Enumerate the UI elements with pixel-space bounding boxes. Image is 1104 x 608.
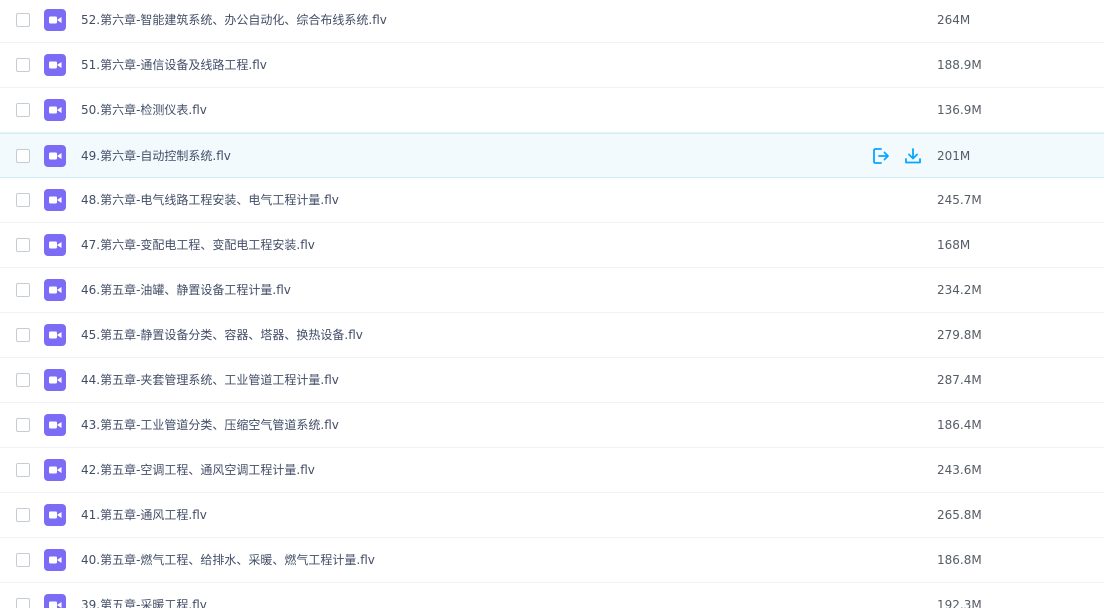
file-name[interactable]: 50.第六章-检测仪表.flv (81, 102, 207, 118)
file-name[interactable]: 52.第六章-智能建筑系统、办公自动化、综合布线系统.flv (81, 12, 387, 28)
file-name[interactable]: 40.第五章-燃气工程、给排水、采暖、燃气工程计量.flv (81, 552, 375, 568)
file-row[interactable]: 50.第六章-检测仪表.flv 136.9M (0, 88, 1104, 133)
row-checkbox[interactable] (16, 508, 30, 522)
file-size: 201M (937, 148, 971, 163)
video-file-icon (44, 504, 66, 526)
file-row[interactable]: 49.第六章-自动控制系统.flv 201M (0, 133, 1104, 178)
video-file-icon (44, 459, 66, 481)
file-size: 279.8M (937, 328, 982, 342)
file-row[interactable]: 40.第五章-燃气工程、给排水、采暖、燃气工程计量.flv 186.8M (0, 538, 1104, 583)
file-size: 287.4M (937, 373, 982, 387)
video-file-icon (44, 279, 66, 301)
row-checkbox[interactable] (16, 13, 30, 27)
video-file-icon (44, 414, 66, 436)
row-checkbox[interactable] (16, 598, 30, 608)
file-size: 264M (937, 13, 971, 27)
file-row[interactable]: 44.第五章-夹套管理系统、工业管道工程计量.flv 287.4M (0, 358, 1104, 403)
file-size: 186.8M (937, 553, 982, 567)
file-row[interactable]: 41.第五章-通风工程.flv 265.8M (0, 493, 1104, 538)
file-name[interactable]: 49.第六章-自动控制系统.flv (81, 148, 231, 164)
row-checkbox[interactable] (16, 148, 30, 163)
file-row[interactable]: 45.第五章-静置设备分类、容器、塔器、换热设备.flv 279.8M (0, 313, 1104, 358)
video-file-icon (44, 234, 66, 256)
file-size: 188.9M (937, 58, 982, 72)
video-file-icon (44, 144, 66, 167)
row-checkbox[interactable] (16, 238, 30, 252)
row-checkbox[interactable] (16, 373, 30, 387)
file-row[interactable]: 43.第五章-工业管道分类、压缩空气管道系统.flv 186.4M (0, 403, 1104, 448)
file-size: 186.4M (937, 418, 982, 432)
file-row[interactable]: 48.第六章-电气线路工程安装、电气工程计量.flv 245.7M (0, 178, 1104, 223)
video-file-icon (44, 594, 66, 608)
file-row[interactable]: 51.第六章-通信设备及线路工程.flv 188.9M (0, 43, 1104, 88)
row-checkbox[interactable] (16, 193, 30, 207)
video-file-icon (44, 324, 66, 346)
video-file-icon (44, 54, 66, 76)
file-size: 168M (937, 238, 971, 252)
file-name[interactable]: 39.第五章-采暖工程.flv (81, 597, 207, 608)
file-name[interactable]: 41.第五章-通风工程.flv (81, 507, 207, 523)
file-row[interactable]: 39.第五章-采暖工程.flv 192.3M (0, 583, 1104, 608)
file-name[interactable]: 45.第五章-静置设备分类、容器、塔器、换热设备.flv (81, 327, 363, 343)
video-file-icon (44, 189, 66, 211)
file-name[interactable]: 43.第五章-工业管道分类、压缩空气管道系统.flv (81, 417, 339, 433)
file-name[interactable]: 46.第五章-油罐、静置设备工程计量.flv (81, 282, 291, 298)
video-file-icon (44, 369, 66, 391)
row-checkbox[interactable] (16, 418, 30, 432)
file-name[interactable]: 42.第五章-空调工程、通风空调工程计量.flv (81, 462, 315, 478)
file-name[interactable]: 44.第五章-夹套管理系统、工业管道工程计量.flv (81, 372, 339, 388)
file-row[interactable]: 52.第六章-智能建筑系统、办公自动化、综合布线系统.flv 264M (0, 0, 1104, 43)
file-row[interactable]: 47.第六章-变配电工程、变配电工程安装.flv 168M (0, 223, 1104, 268)
file-name[interactable]: 48.第六章-电气线路工程安装、电气工程计量.flv (81, 192, 339, 208)
file-size: 192.3M (937, 598, 982, 608)
file-list: 52.第六章-智能建筑系统、办公自动化、综合布线系统.flv 264M 51.第六章… (0, 0, 1104, 608)
file-size: 136.9M (937, 103, 982, 117)
file-size: 234.2M (937, 283, 982, 297)
file-row[interactable]: 46.第五章-油罐、静置设备工程计量.flv 234.2M (0, 268, 1104, 313)
video-file-icon (44, 9, 66, 31)
row-checkbox[interactable] (16, 463, 30, 477)
video-file-icon (44, 99, 66, 121)
row-checkbox[interactable] (16, 283, 30, 297)
row-checkbox[interactable] (16, 328, 30, 342)
row-checkbox[interactable] (16, 103, 30, 117)
row-checkbox[interactable] (16, 553, 30, 567)
share-icon[interactable] (871, 146, 891, 166)
video-file-icon (44, 549, 66, 571)
file-name[interactable]: 51.第六章-通信设备及线路工程.flv (81, 57, 267, 73)
file-name[interactable]: 47.第六章-变配电工程、变配电工程安装.flv (81, 237, 315, 253)
download-icon[interactable] (903, 146, 923, 166)
file-row[interactable]: 42.第五章-空调工程、通风空调工程计量.flv 243.6M (0, 448, 1104, 493)
file-size: 265.8M (937, 508, 982, 522)
file-size: 243.6M (937, 463, 982, 477)
file-size: 245.7M (937, 193, 982, 207)
row-checkbox[interactable] (16, 58, 30, 72)
